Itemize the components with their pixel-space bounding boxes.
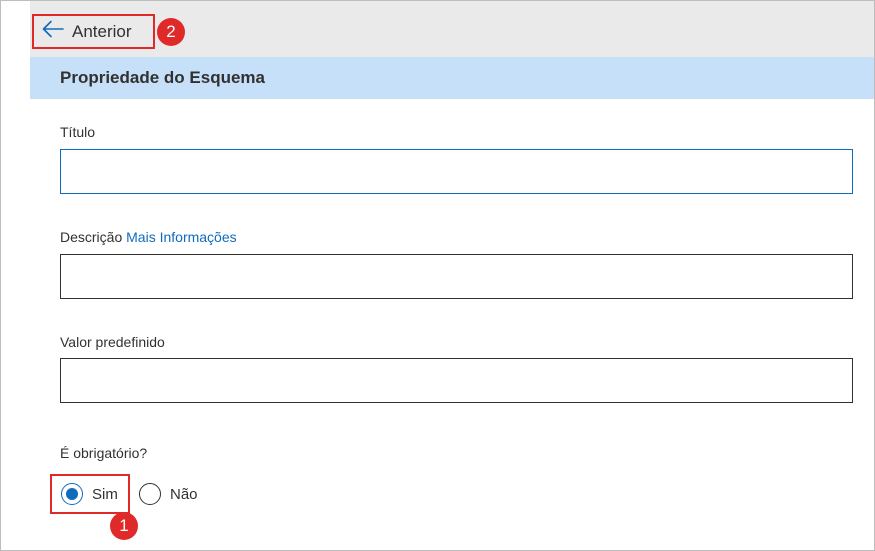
title-input[interactable]	[60, 149, 853, 194]
description-input[interactable]	[60, 254, 853, 299]
default-value-label: Valor predefinido	[60, 334, 165, 350]
radio-dot	[66, 488, 78, 500]
section-title: Propriedade do Esquema	[60, 68, 265, 87]
more-info-link[interactable]: Mais Informações	[126, 229, 236, 245]
title-label: Título	[60, 124, 96, 140]
back-button[interactable]: Anterior	[32, 14, 155, 49]
radio-yes[interactable]: Sim	[61, 483, 118, 505]
radio-label-yes: Sim	[92, 485, 118, 503]
radio-label-no: Não	[170, 485, 198, 503]
radio-circle-no[interactable]	[139, 483, 161, 505]
schema-property-panel: Anterior 2 Propriedade do Esquema Título…	[30, 1, 874, 550]
required-question: É obrigatório?	[60, 445, 148, 461]
radio-no[interactable]: Não	[139, 483, 198, 505]
annotation-badge-2: 2	[157, 18, 185, 46]
top-bar: Anterior 2	[30, 1, 874, 57]
required-radio-group: Sim Não	[50, 474, 250, 515]
arrow-left-icon	[34, 20, 64, 43]
radio-circle-yes[interactable]	[61, 483, 83, 505]
section-header: Propriedade do Esquema	[30, 57, 874, 99]
annotation-badge-1: 1	[110, 512, 138, 540]
left-gutter	[1, 1, 30, 550]
description-label-row: Descrição Mais Informações	[60, 229, 237, 245]
back-label: Anterior	[72, 21, 132, 41]
default-value-input[interactable]	[60, 358, 853, 403]
description-label: Descrição	[60, 229, 123, 245]
screenshot-frame: Anterior 2 Propriedade do Esquema Título…	[0, 0, 875, 551]
